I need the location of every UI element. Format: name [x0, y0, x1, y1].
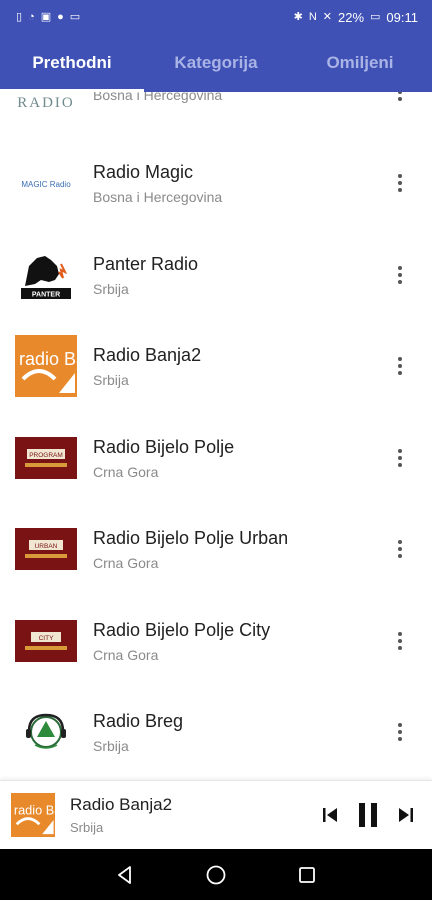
tab-bar: Prethodni Kategorija Omiljeni	[0, 34, 432, 92]
more-options-icon[interactable]	[382, 92, 418, 114]
recents-icon[interactable]	[287, 855, 327, 895]
logo-text: MAGIC Radio	[21, 180, 71, 189]
station-logo: CITY	[15, 610, 77, 672]
station-country: Bosna i Hercegovina	[93, 189, 223, 206]
mute-icon: ✕	[322, 10, 332, 23]
list-item[interactable]: PROGRAM Radio Bijelo Polje Crna Gora	[0, 412, 432, 504]
station-country: Srbija	[93, 738, 129, 755]
station-logo: MAGIC Radio	[15, 152, 77, 214]
notification-icon: ▭	[69, 10, 81, 23]
list-item[interactable]: RADIO Bosna i Hercegovina	[0, 92, 432, 138]
battery-icon: ▭	[370, 10, 381, 23]
station-logo: PROGRAM	[15, 427, 77, 489]
list-item[interactable]: CITY Radio Bijelo Polje City Crna Gora	[0, 595, 432, 687]
station-country: Crna Gora	[93, 555, 159, 572]
station-logo: PANTER	[15, 244, 77, 306]
list-item[interactable]: URBAN Radio Bijelo Polje Urban Crna Gora	[0, 504, 432, 596]
station-name: Radio Banja2	[93, 345, 202, 366]
battery-percent: 22%	[337, 9, 365, 25]
tab-omiljeni[interactable]: Omiljeni	[288, 34, 432, 92]
mini-player[interactable]: radio Banja Radio Banja2 Srbija	[0, 780, 432, 849]
status-icons-right: ✱ N ✕ 22% ▭ 09:11	[294, 10, 418, 25]
status-icons-left: ▯ ◔ ▣ ● ▭	[16, 10, 81, 23]
sim-icon: ▯	[16, 10, 23, 23]
station-logo	[15, 701, 77, 763]
more-options-icon[interactable]	[382, 710, 418, 754]
player-station-name: Radio Banja2	[70, 795, 173, 814]
station-name: Radio Bijelo Polje	[93, 436, 235, 457]
logo-text: PROGRAM	[29, 452, 63, 459]
vibrate-icon: ✱	[293, 10, 303, 23]
logo-text: radio Banja	[19, 349, 77, 369]
skip-next-icon[interactable]	[394, 803, 418, 827]
station-country: Crna Gora	[93, 646, 159, 663]
station-name: Radio Breg	[93, 711, 184, 732]
station-country: Crna Gora	[93, 463, 159, 480]
skip-previous-icon[interactable]	[318, 803, 342, 827]
station-logo: RADIO	[15, 92, 77, 123]
station-country: Srbija	[93, 280, 129, 297]
tab-prethodni[interactable]: Prethodni	[0, 34, 144, 92]
pause-icon[interactable]	[356, 803, 380, 827]
list-item[interactable]: radio Banja Radio Banja2 Srbija	[0, 321, 432, 413]
home-icon[interactable]	[196, 855, 236, 895]
back-icon[interactable]	[105, 855, 145, 895]
more-options-icon[interactable]	[382, 253, 418, 297]
mic-icon: ●	[57, 10, 64, 23]
player-station-logo: radio Banja	[11, 793, 79, 837]
logo-text: radio Banja	[14, 802, 55, 817]
station-list[interactable]: RADIO Bosna i Hercegovina MAGIC Radio Ra…	[0, 92, 432, 780]
station-name: Radio Bijelo Polje City	[93, 619, 271, 640]
player-station-country: Srbija	[70, 820, 104, 835]
station-logo: URBAN	[15, 518, 77, 580]
station-name: Panter Radio	[93, 253, 199, 274]
list-item[interactable]: Radio Breg Srbija	[0, 687, 432, 779]
station-name: Radio Bijelo Polje Urban	[93, 528, 289, 549]
image-icon: ▣	[40, 10, 52, 23]
more-options-icon[interactable]	[382, 527, 418, 571]
more-options-icon[interactable]	[382, 619, 418, 663]
logo-text: URBAN	[35, 543, 58, 550]
more-options-icon[interactable]	[382, 161, 418, 205]
logo-text: RADIO	[17, 95, 75, 111]
tab-kategorija[interactable]: Kategorija	[144, 34, 288, 92]
system-nav-bar	[0, 849, 432, 900]
more-options-icon[interactable]	[382, 344, 418, 388]
wifi-icon: ◔	[28, 10, 35, 23]
station-name: Radio Magic	[93, 162, 194, 183]
station-country: Bosna i Hercegovina	[93, 92, 223, 103]
nfc-icon: N	[308, 10, 317, 23]
status-bar: ▯ ◔ ▣ ● ▭ ✱ N ✕ 22% ▭ 09:11	[0, 0, 432, 34]
station-logo: radio Banja	[15, 335, 77, 398]
logo-text: PANTER	[32, 291, 60, 298]
list-item[interactable]: PANTER Panter Radio Srbija	[0, 229, 432, 321]
list-item[interactable]: MAGIC Radio Radio Magic Bosna i Hercegov…	[0, 138, 432, 230]
clock: 09:11	[386, 9, 418, 25]
station-country: Srbija	[93, 372, 129, 389]
more-options-icon[interactable]	[382, 436, 418, 480]
logo-text: CITY	[39, 635, 54, 642]
